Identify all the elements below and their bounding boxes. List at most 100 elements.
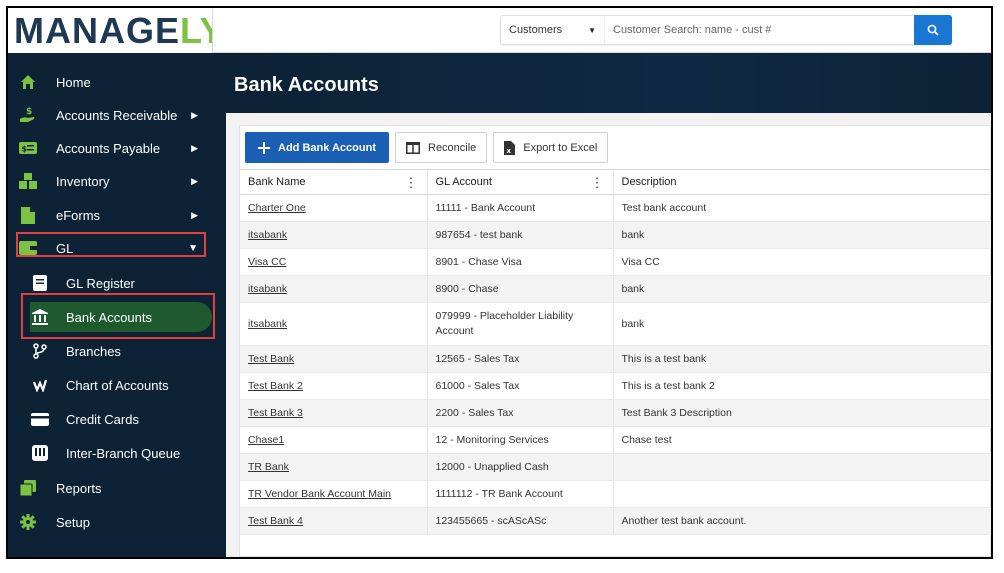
bank-name-link[interactable]: Test Bank 3 (248, 407, 303, 419)
description-value: Another test bank account. (621, 515, 747, 527)
bank-accounts-panel: Add Bank Account Reconcile x Export to E… (239, 125, 991, 557)
gl-account-value: 987654 - test bank (435, 229, 523, 241)
cell-bank-name[interactable]: itsabank (240, 302, 427, 346)
bank-name-link[interactable]: Visa CC (248, 256, 286, 268)
gl-account-value: 12565 - Sales Tax (435, 353, 520, 365)
search-scope-select[interactable]: Customers ▼ (501, 16, 605, 44)
cell-bank-name[interactable]: itsabank (240, 275, 427, 303)
sidebar-subitem-inter-branch-queue[interactable]: Inter-Branch Queue (30, 438, 212, 468)
sidebar-item-setup[interactable]: Setup (18, 508, 210, 536)
sidebar: Home $ Accounts Receivable ▶ $ Accounts … (8, 53, 226, 557)
search-button[interactable] (914, 15, 952, 45)
bank-accounts-table: Bank Name ⋮ GL Account ⋮ Description Chart… (240, 169, 991, 535)
gl-account-value: 8900 - Chase (435, 283, 499, 295)
chart-icon (30, 375, 50, 395)
export-to-excel-button[interactable]: x Export to Excel (493, 132, 609, 163)
bank-name-link[interactable]: Test Bank 4 (248, 515, 303, 527)
cell-bank-name[interactable]: Test Bank 3 (240, 399, 427, 427)
column-header-description[interactable]: Description (612, 169, 991, 195)
caret-down-icon: ▼ (588, 25, 596, 35)
sidebar-subitem-label: Branches (66, 343, 121, 359)
home-icon (18, 72, 38, 92)
cell-bank-name[interactable]: Test Bank (240, 345, 427, 373)
cell-gl-account: 1111112 - TR Bank Account (426, 480, 613, 508)
money-bill-icon: $ (18, 138, 38, 158)
column-header-gl-account[interactable]: GL Account ⋮ (426, 169, 613, 195)
cell-description: This is a test bank 2 (612, 372, 991, 400)
column-header-bank-name[interactable]: Bank Name ⋮ (240, 169, 427, 195)
description-value: bank (621, 317, 645, 330)
column-menu-icon[interactable]: ⋮ (591, 175, 604, 191)
sidebar-subitem-chart-of-accounts[interactable]: Chart of Accounts (30, 370, 212, 400)
sidebar-subitem-branches[interactable]: Branches (30, 336, 212, 366)
cell-gl-account: 123455665 - scAScASc (426, 507, 613, 535)
cell-bank-name[interactable]: Visa CC (240, 248, 427, 276)
customer-search: Customers ▼ (500, 15, 952, 45)
gear-icon (18, 512, 38, 532)
cell-description: bank (612, 275, 991, 303)
bank-name-link[interactable]: Test Bank 2 (248, 380, 303, 392)
cell-bank-name[interactable]: TR Vendor Bank Account Main (240, 480, 427, 508)
table-body: Charter One 11111 - Bank Account Test bank… (240, 194, 991, 535)
bank-name-link[interactable]: itsabank (248, 318, 287, 330)
cell-description: Visa CC (612, 248, 991, 276)
managely-logo[interactable]: MANAGELYTM (14, 10, 237, 52)
add-bank-account-button[interactable]: Add Bank Account (245, 132, 389, 163)
table-row: itsabank 987654 - test bank bank (240, 221, 991, 249)
cell-bank-name[interactable]: Test Bank 2 (240, 372, 427, 400)
cell-gl-account: 987654 - test bank (426, 221, 613, 249)
sidebar-item-reports[interactable]: Reports (18, 474, 210, 502)
svg-text:$: $ (22, 145, 28, 154)
cell-description: This is a test bank (612, 345, 991, 373)
table-row: Test Bank 2 61000 - Sales Tax This is a te… (240, 372, 991, 400)
sidebar-item-accounts-receivable[interactable]: $ Accounts Receivable ▶ (18, 101, 210, 129)
sidebar-item-inventory[interactable]: Inventory ▶ (18, 167, 210, 195)
boxes-icon (18, 171, 38, 191)
cell-bank-name[interactable]: Charter One (240, 194, 427, 222)
cell-description: bank (612, 302, 991, 346)
sidebar-item-accounts-payable[interactable]: $ Accounts Payable ▶ (18, 134, 210, 162)
cell-bank-name[interactable]: Test Bank 4 (240, 507, 427, 535)
reconcile-label: Reconcile (428, 141, 477, 154)
bank-name-link[interactable]: Charter One (248, 202, 306, 214)
export-to-excel-label: Export to Excel (523, 141, 598, 154)
column-header-label: Bank Name (248, 176, 306, 188)
cell-gl-account: 2200 - Sales Tax (426, 399, 613, 427)
toolbar: Add Bank Account Reconcile x Export to E… (245, 132, 609, 163)
column-menu-icon[interactable]: ⋮ (405, 175, 418, 191)
search-input[interactable] (605, 16, 914, 44)
cell-gl-account: 8901 - Chase Visa (426, 248, 613, 276)
logo-area: MANAGELYTM (8, 8, 236, 53)
gl-account-value: 079999 - Placeholder Liability Account (435, 310, 574, 337)
table-row: itsabank 8900 - Chase bank (240, 275, 991, 303)
cell-bank-name[interactable]: TR Bank (240, 453, 427, 481)
gl-account-value: 61000 - Sales Tax (435, 380, 520, 392)
sidebar-item-home[interactable]: Home (18, 68, 210, 96)
bank-name-link[interactable]: itsabank (248, 283, 287, 295)
page-header: Bank Accounts (226, 53, 991, 113)
column-header-label: Description (621, 176, 677, 188)
cell-bank-name[interactable]: Chase1 (240, 426, 427, 454)
bank-name-link[interactable]: itsabank (248, 229, 287, 241)
cell-bank-name[interactable]: itsabank (240, 221, 427, 249)
sidebar-item-label: eForms (56, 207, 101, 223)
column-header-label: GL Account (435, 176, 492, 188)
bank-name-link[interactable]: TR Bank (248, 461, 289, 473)
table-row: TR Vendor Bank Account Main 1111112 - TR … (240, 480, 991, 508)
chevron-right-icon: ▶ (191, 109, 198, 120)
svg-text:$: $ (26, 107, 32, 117)
top-bar: Customers ▼ (212, 8, 991, 53)
add-bank-account-label: Add Bank Account (278, 141, 376, 154)
sidebar-subitem-credit-cards[interactable]: Credit Cards (30, 404, 212, 434)
bank-name-link[interactable]: Test Bank (248, 353, 294, 365)
sidebar-item-eforms[interactable]: eForms ▶ (18, 201, 210, 229)
search-scope-value: Customers (509, 24, 563, 36)
table-row: Visa CC 8901 - Chase Visa Visa CC (240, 248, 991, 276)
bank-name-link[interactable]: TR Vendor Bank Account Main (248, 488, 391, 500)
reconcile-button[interactable]: Reconcile (395, 132, 488, 163)
gl-account-value: 8901 - Chase Visa (435, 256, 522, 268)
bank-name-link[interactable]: Chase1 (248, 434, 284, 446)
chevron-right-icon: ▶ (191, 175, 198, 186)
cell-gl-account: 11111 - Bank Account (426, 194, 613, 222)
branch-icon (30, 341, 50, 361)
